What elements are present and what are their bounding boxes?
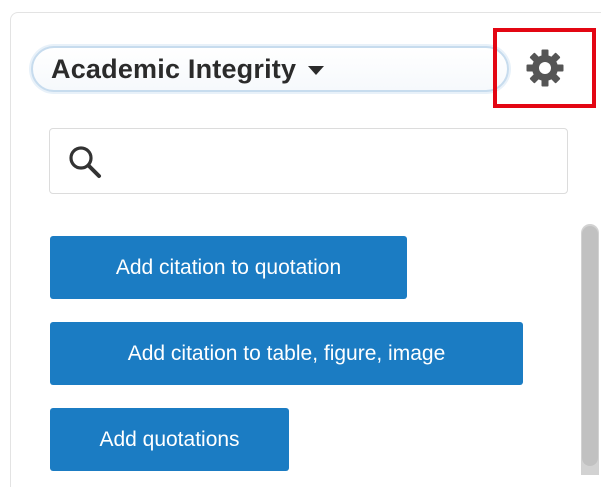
- gear-icon: [526, 49, 563, 87]
- add-citation-to-quotation-button[interactable]: Add citation to quotation: [50, 236, 407, 299]
- style-selector-label: Academic Integrity: [51, 53, 297, 84]
- settings-button[interactable]: [493, 28, 596, 108]
- add-quotations-button[interactable]: Add quotations: [50, 408, 289, 471]
- scrollbar-thumb[interactable]: [582, 226, 598, 466]
- add-citation-to-table-figure-image-button[interactable]: Add citation to table, figure, image: [50, 322, 523, 385]
- search-input[interactable]: [108, 129, 562, 195]
- search-icon: [69, 146, 101, 178]
- search-box: [49, 128, 568, 195]
- style-selector-dropdown[interactable]: Academic Integrity: [31, 46, 509, 92]
- caret-down-icon: [308, 65, 325, 75]
